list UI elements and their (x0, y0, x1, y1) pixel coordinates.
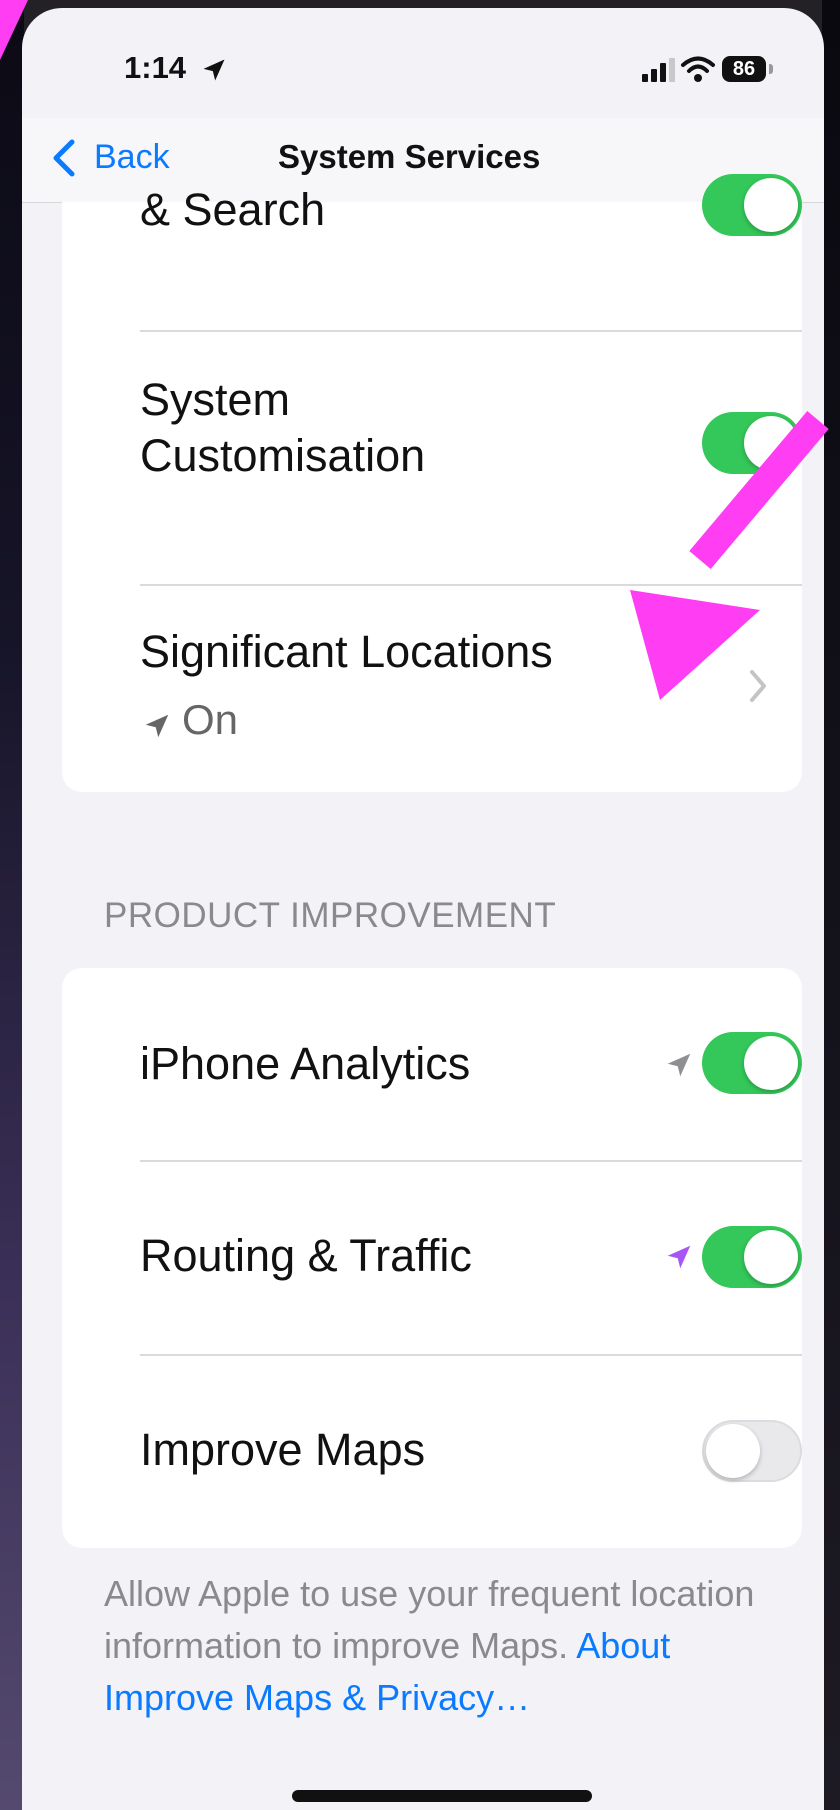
battery-icon: 86 (722, 56, 766, 82)
toggle-knob (706, 1424, 760, 1478)
toggle-knob (744, 178, 798, 232)
battery-level: 86 (732, 58, 756, 80)
section-header-product-improvement: PRODUCT IMPROVEMENT (104, 896, 557, 935)
location-arrow-icon (667, 1245, 691, 1269)
wifi-icon (681, 56, 715, 82)
row-label: Improve Maps (140, 1424, 426, 1475)
status-time: 1:14 (124, 50, 187, 85)
row-label: Significant Locations (140, 626, 553, 677)
product-improvement-group: iPhone Analytics Routing & Traffic Impro… (62, 968, 802, 1548)
system-customisation-toggle[interactable] (702, 412, 802, 474)
location-services-group: & Search System Customisation Significan… (62, 174, 802, 792)
background-left (0, 0, 24, 1810)
phone-screen: 1:14 86 Back System Services & Search Sy… (22, 8, 824, 1810)
improve-maps-toggle[interactable] (702, 1420, 802, 1482)
significant-locations-value: On (182, 696, 239, 743)
background-right (822, 0, 840, 1810)
row-label: iPhone Analytics (140, 1038, 471, 1089)
list-item-iphone-analytics[interactable]: iPhone Analytics (62, 968, 802, 1160)
list-item-networking-search: & Search (62, 174, 802, 330)
list-item-routing-traffic[interactable]: Routing & Traffic (62, 1162, 802, 1354)
row-label: System Customisation (140, 374, 426, 481)
location-arrow-icon (667, 1053, 691, 1077)
battery-cap (769, 64, 773, 74)
toggle-knob (744, 416, 798, 470)
row-label: & Search (140, 184, 326, 235)
list-item-improve-maps[interactable]: Improve Maps (62, 1356, 802, 1548)
routing-traffic-toggle[interactable] (702, 1226, 802, 1288)
back-button[interactable]: Back (94, 138, 170, 177)
back-chevron-icon[interactable] (50, 138, 76, 178)
status-bar: 1:14 86 (22, 8, 824, 118)
row-label: Routing & Traffic (140, 1230, 472, 1281)
list-item-significant-locations[interactable]: Significant Locations On (62, 586, 802, 792)
location-arrow-icon (145, 714, 169, 738)
list-item-system-customisation[interactable]: System Customisation (62, 332, 802, 582)
toggle-knob (744, 1036, 798, 1090)
location-arrow-icon (203, 59, 225, 81)
networking-search-toggle[interactable] (702, 174, 802, 236)
toggle-knob (744, 1230, 798, 1284)
cellular-signal-icon (642, 58, 675, 82)
iphone-analytics-toggle[interactable] (702, 1032, 802, 1094)
chevron-right-icon (750, 670, 766, 702)
page-title: System Services (278, 138, 541, 175)
home-indicator[interactable] (292, 1790, 592, 1802)
improve-maps-footer: Allow Apple to use your frequent locatio… (104, 1568, 764, 1724)
